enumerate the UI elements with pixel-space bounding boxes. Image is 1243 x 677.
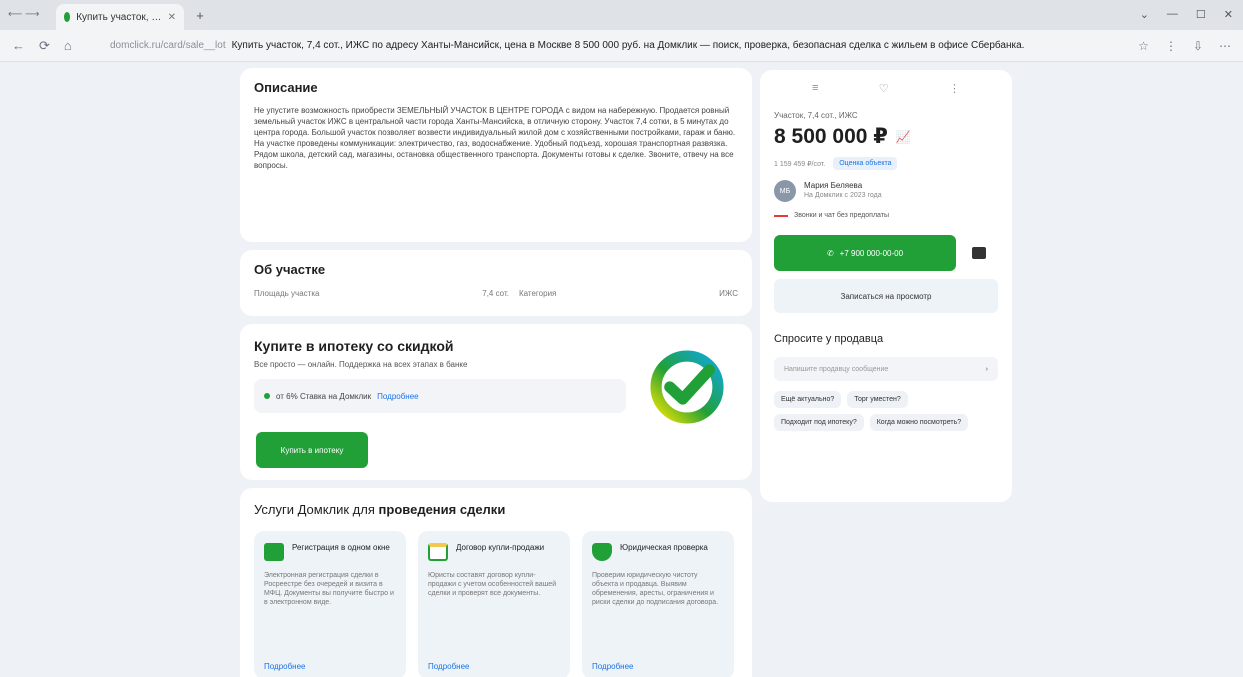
- seller-sub: На Домклик с 2023 года: [804, 192, 882, 199]
- more-icon[interactable]: ⋮: [949, 82, 960, 95]
- page-content: Описание Не упустите возможность приобре…: [0, 62, 1243, 677]
- seller-name: Мария Беляева: [804, 181, 863, 190]
- phone-icon: ✆: [826, 248, 834, 258]
- listing-kind: Участок, 7,4 сот., ИЖС: [774, 111, 858, 120]
- listing-price: 8 500 000 ₽: [774, 125, 888, 148]
- seller-name-block: Мария Беляева На Домклик с 2023 года: [804, 181, 882, 201]
- service-registration[interactable]: Регистрация в одном окне Электронная рег…: [254, 531, 406, 677]
- service-title: Регистрация в одном окне: [292, 543, 390, 552]
- service-more-link[interactable]: Подробнее: [592, 662, 634, 671]
- minimize-button[interactable]: —: [1167, 8, 1178, 21]
- price-badges: 1 159 459 ₽/сот. Оценка объекта: [774, 157, 998, 170]
- mortgage-card: Купите в ипотеку со скидкой Все просто —…: [240, 324, 752, 480]
- chat-icon[interactable]: [972, 247, 986, 259]
- shield-icon: [592, 543, 612, 561]
- category-value: ИЖС: [719, 289, 738, 298]
- ask-placeholder: Напишите продавцу сообщение: [784, 365, 889, 373]
- tab-close-icon[interactable]: ✕: [168, 12, 176, 23]
- url-path: Купить участок, 7,4 сот., ИЖС по адресу …: [231, 40, 1025, 51]
- description-text: Не упустите возможность приобрести ЗЕМЕЛ…: [254, 106, 736, 170]
- window-controls: ⌄ — ☐ ✕: [1140, 8, 1233, 21]
- service-title: Договор купли-продажи: [456, 543, 545, 552]
- service-desc: Электронная регистрация сделки в Росреес…: [264, 572, 394, 606]
- quick-question-chip[interactable]: Торг уместен?: [847, 391, 908, 408]
- close-window-button[interactable]: ✕: [1224, 8, 1233, 21]
- quick-question-chip[interactable]: Ещё актуально?: [774, 391, 842, 408]
- area-value: 7,4 сот.: [482, 289, 509, 298]
- bookmark-star-icon[interactable]: ☆: [1138, 39, 1149, 53]
- description-card: Описание Не упустите возможность приобре…: [240, 68, 752, 242]
- registration-icon: [264, 543, 284, 561]
- address-bar: ← ⟳ ⌂ domclick.ru/card/sale__lot Купить …: [0, 30, 1243, 62]
- menu-icon[interactable]: ≡: [812, 82, 818, 95]
- mortgage-rate-box: от 6% Ставка на Домклик Подробнее: [254, 379, 626, 413]
- service-desc: Проверим юридическую чистоту объекта и п…: [592, 572, 719, 606]
- listing-price-row: 8 500 000 ₽ 📈: [774, 124, 998, 149]
- about-plot-row: Площадь участка 7,4 сот. Категория ИЖС: [254, 289, 738, 298]
- rate-dot-icon: [264, 393, 270, 399]
- avatar: МБ: [774, 180, 796, 202]
- warning-text: Звонки и чат без предоплаты: [794, 212, 890, 219]
- menu-icon[interactable]: ⋯: [1219, 39, 1231, 53]
- phone-number: +7 900 000-00-00: [839, 248, 904, 258]
- send-icon[interactable]: ›: [986, 366, 988, 373]
- url-field[interactable]: domclick.ru/card/sale__lot Купить участо…: [110, 35, 1126, 57]
- back-button[interactable]: ←: [12, 38, 25, 54]
- about-plot-card: Об участке Площадь участка 7,4 сот. Кате…: [240, 250, 752, 316]
- services-title: Услуги Домклик для проведения сделки: [254, 502, 506, 517]
- address-bar-icons: ☆ ⋮ ⇩ ⋯: [1126, 39, 1243, 53]
- quick-question-chip[interactable]: Подходит под ипотеку?: [774, 414, 864, 431]
- area-label: Площадь участка: [254, 289, 320, 298]
- safety-warning: Звонки и чат без предоплаты: [774, 212, 998, 219]
- price-per-unit: 1 159 459 ₽/сот.: [774, 160, 826, 168]
- sber-logo-icon: [650, 350, 724, 424]
- maximize-button[interactable]: ☐: [1196, 8, 1206, 21]
- rate-details-link[interactable]: Подробнее: [377, 392, 419, 401]
- extensions-icon[interactable]: ⋮: [1165, 39, 1177, 53]
- home-button[interactable]: ⌂: [64, 38, 72, 54]
- category-label: Категория: [518, 289, 557, 298]
- show-phone-button[interactable]: ✆ +7 900 000-00-00: [774, 235, 956, 271]
- services-card: Услуги Домклик для проведения сделки Рег…: [240, 488, 752, 677]
- service-contract[interactable]: Договор купли-продажи Юристы составят до…: [418, 531, 570, 677]
- browser-tabbar: ⟵ ⟶ Купить участок, 7,4 сот., ИЖС ✕ + ⌄ …: [0, 0, 1243, 30]
- quick-question-chip[interactable]: Когда можно посмотреть?: [869, 414, 969, 431]
- tab-nav-mini[interactable]: ⟵ ⟶: [8, 9, 39, 20]
- service-legal-check[interactable]: Юридическая проверка Проверим юридическу…: [582, 531, 734, 677]
- ask-seller-title: Спросите у продавца: [774, 333, 884, 345]
- url-host: domclick.ru/card/sale__lot: [110, 40, 226, 51]
- nav-buttons: ← ⟳ ⌂: [0, 38, 110, 54]
- estimate-badge[interactable]: Оценка объекта: [833, 157, 898, 170]
- window-control-0[interactable]: ⌄: [1140, 8, 1149, 21]
- favicon-icon: [64, 12, 71, 22]
- about-plot-title: Об участке: [254, 262, 326, 277]
- quick-questions: Ещё актуально? Торг уместен? Подходит по…: [774, 391, 998, 431]
- book-viewing-button[interactable]: Записаться на просмотр: [774, 279, 998, 313]
- download-icon[interactable]: ⇩: [1193, 39, 1203, 53]
- service-more-link[interactable]: Подробнее: [428, 662, 470, 671]
- ask-seller-input[interactable]: Напишите продавцу сообщение ›: [774, 357, 998, 381]
- description-title: Описание: [254, 80, 318, 95]
- rate-text: от 6% Ставка на Домклик: [276, 391, 372, 401]
- service-title: Юридическая проверка: [620, 543, 708, 552]
- call-row: ✆ +7 900 000-00-00: [774, 235, 998, 271]
- warning-line-icon: [774, 214, 788, 217]
- tab-title: Купить участок, 7,4 сот., ИЖС: [76, 11, 161, 23]
- browser-tab[interactable]: Купить участок, 7,4 сот., ИЖС ✕: [56, 4, 184, 30]
- services-list: Регистрация в одном окне Электронная рег…: [254, 531, 738, 677]
- service-more-link[interactable]: Подробнее: [264, 662, 306, 671]
- price-chart-icon[interactable]: 📈: [896, 130, 911, 144]
- new-tab-button[interactable]: +: [192, 8, 208, 24]
- buy-mortgage-button[interactable]: Купить в ипотеку: [256, 432, 368, 468]
- mortgage-title: Купите в ипотеку со скидкой: [254, 338, 454, 354]
- service-desc: Юристы составят договор купли-продажи с …: [428, 572, 557, 597]
- reload-button[interactable]: ⟳: [39, 38, 50, 54]
- seller-info[interactable]: МБ Мария Беляева На Домклик с 2023 года: [774, 180, 998, 202]
- contract-icon: [428, 543, 448, 561]
- favorite-heart-icon[interactable]: ♡: [879, 82, 889, 95]
- sidebar-card: ≡ ♡ ⋮ Участок, 7,4 сот., ИЖС 8 500 000 ₽…: [760, 70, 1012, 502]
- sidebar-top-icons: ≡ ♡ ⋮: [774, 82, 998, 95]
